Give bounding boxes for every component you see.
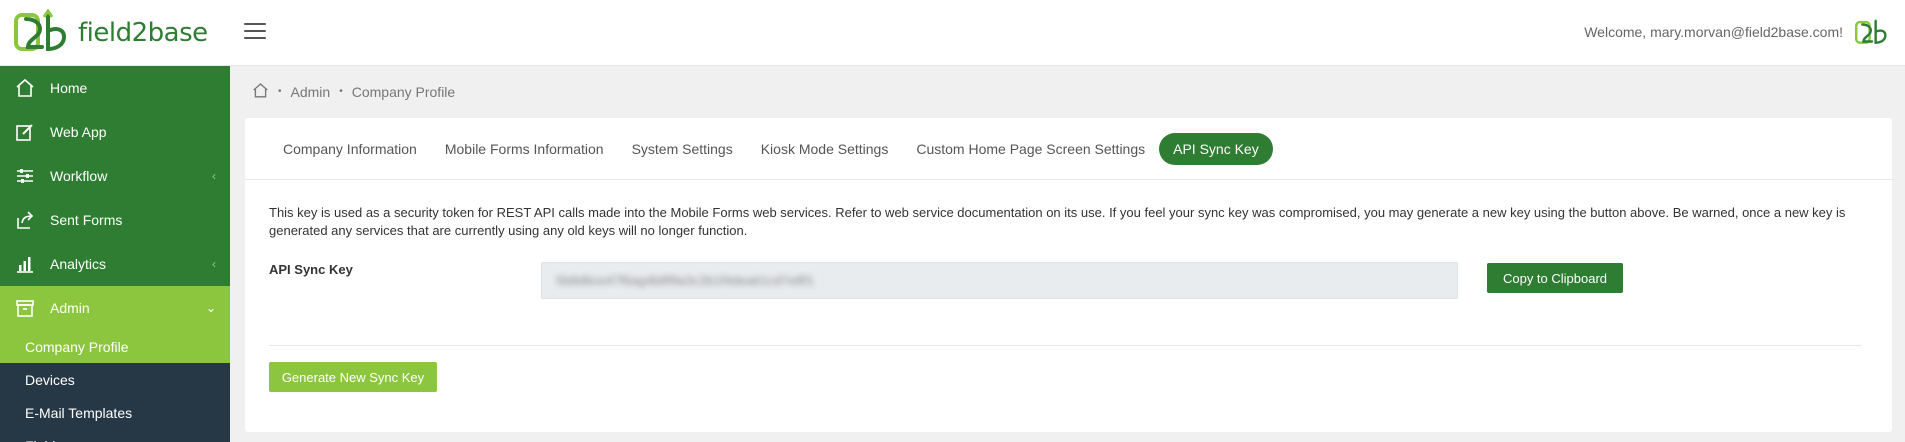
sidebar-item-label: Workflow bbox=[50, 168, 108, 184]
sidebar-item-workflow[interactable]: Workflow ‹ bbox=[0, 154, 230, 198]
generate-new-sync-key-button[interactable]: Generate New Sync Key bbox=[269, 362, 437, 392]
breadcrumb-separator: • bbox=[339, 86, 343, 97]
top-header: field2base Welcome, mary.morvan@field2ba… bbox=[0, 0, 1905, 66]
submenu-item-devices[interactable]: Devices bbox=[0, 363, 230, 396]
tab-system-settings[interactable]: System Settings bbox=[618, 133, 747, 165]
chevron-left-icon: ‹ bbox=[212, 169, 216, 183]
sidebar-item-label: Sent Forms bbox=[50, 212, 123, 228]
menu-toggle-button[interactable] bbox=[244, 23, 266, 41]
breadcrumb: • Admin • Company Profile bbox=[252, 82, 455, 101]
company-profile-card: Company Information Mobile Forms Informa… bbox=[245, 118, 1892, 432]
sidebar-item-label: Web App bbox=[50, 124, 107, 140]
breadcrumb-company-profile: Company Profile bbox=[351, 83, 456, 100]
user-avatar[interactable] bbox=[1855, 18, 1889, 53]
api-sync-key-label: API Sync Key bbox=[269, 262, 353, 277]
home-icon bbox=[14, 77, 36, 99]
home-icon[interactable] bbox=[252, 82, 269, 101]
chevron-down-icon: ⌄ bbox=[205, 301, 216, 315]
welcome-message: Welcome, mary.morvan@field2base.com! bbox=[1584, 24, 1843, 40]
tab-api-sync-key[interactable]: API Sync Key bbox=[1159, 132, 1273, 165]
copy-to-clipboard-button[interactable]: Copy to Clipboard bbox=[1487, 263, 1623, 293]
breadcrumb-admin[interactable]: Admin bbox=[291, 84, 331, 100]
tab-mobile-forms-information[interactable]: Mobile Forms Information bbox=[431, 133, 618, 165]
sidebar-item-label: Admin bbox=[50, 300, 90, 316]
sidebar-item-home[interactable]: Home bbox=[0, 66, 230, 110]
edit-icon bbox=[14, 121, 36, 143]
api-key-description: This key is used as a security token for… bbox=[269, 205, 1846, 238]
sidebar: Home Web App Workflow ‹ Sent Forms Analy… bbox=[0, 66, 230, 442]
share-icon bbox=[14, 209, 36, 231]
field2base-mini-logo-icon bbox=[1855, 19, 1887, 44]
submenu-item-email-templates[interactable]: E-Mail Templates bbox=[0, 396, 230, 429]
divider bbox=[269, 345, 1862, 346]
hamburger-icon bbox=[244, 23, 266, 25]
archive-icon bbox=[14, 297, 36, 319]
sidebar-item-sent-forms[interactable]: Sent Forms bbox=[0, 198, 230, 242]
sidebar-item-label: Analytics bbox=[50, 256, 107, 272]
tab-company-information[interactable]: Company Information bbox=[269, 133, 431, 165]
tab-kiosk-mode-settings[interactable]: Kiosk Mode Settings bbox=[747, 133, 903, 165]
admin-submenu: Company Profile Devices E-Mail Templates… bbox=[0, 330, 230, 442]
chevron-left-icon: ‹ bbox=[212, 257, 216, 271]
breadcrumb-separator: • bbox=[278, 86, 282, 97]
field2base-logo-icon bbox=[14, 9, 67, 52]
profile-tabs: Company Information Mobile Forms Informa… bbox=[245, 118, 1892, 180]
workflow-icon bbox=[14, 165, 36, 187]
sidebar-item-label: Home bbox=[50, 80, 88, 96]
sidebar-item-analytics[interactable]: Analytics ‹ bbox=[0, 242, 230, 286]
brand-logo[interactable]: field2base bbox=[14, 8, 208, 58]
sidebar-item-admin[interactable]: Admin ⌄ bbox=[0, 286, 230, 330]
brand-name: field2base bbox=[78, 18, 208, 48]
submenu-item-fields[interactable]: Fields bbox=[0, 429, 230, 442]
api-sync-key-value: 5b8d6ce47f6ag4b8f9a3c2b1f4dea61cd7e8f1 bbox=[556, 273, 815, 288]
bar-chart-icon bbox=[14, 253, 36, 275]
tab-custom-home-page-screen-settings[interactable]: Custom Home Page Screen Settings bbox=[902, 133, 1159, 165]
api-sync-key-field[interactable]: 5b8d6ce47f6ag4b8f9a3c2b1f4dea61cd7e8f1 bbox=[541, 262, 1458, 299]
submenu-item-company-profile[interactable]: Company Profile bbox=[0, 330, 230, 363]
sidebar-item-web-app[interactable]: Web App bbox=[0, 110, 230, 154]
